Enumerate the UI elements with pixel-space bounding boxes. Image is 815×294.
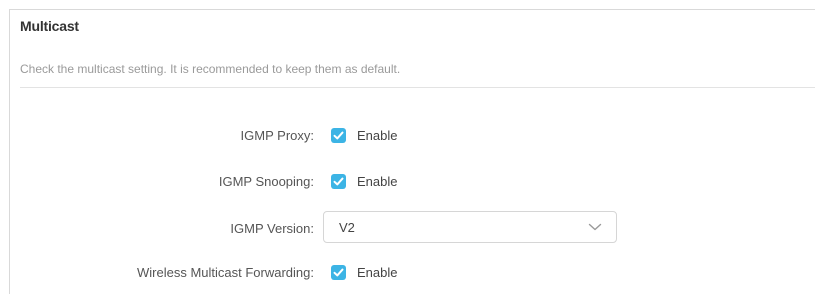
wireless-multicast-forwarding-row: Wireless Multicast Forwarding: Enable [10, 261, 815, 285]
check-icon [333, 268, 344, 277]
igmp-snooping-checkbox[interactable] [331, 174, 346, 189]
chevron-down-icon [588, 223, 602, 231]
wireless-multicast-forwarding-checkbox[interactable] [331, 265, 346, 280]
igmp-proxy-label: IGMP Proxy: [240, 128, 314, 143]
igmp-version-select[interactable]: V2 [323, 211, 617, 243]
section-title: Multicast [20, 18, 79, 34]
igmp-version-label: IGMP Version: [230, 221, 314, 236]
wireless-multicast-forwarding-label: Wireless Multicast Forwarding: [137, 265, 314, 280]
multicast-panel: Multicast Check the multicast setting. I… [9, 9, 815, 294]
igmp-version-row: IGMP Version: V2 [10, 211, 815, 243]
igmp-snooping-enable-label[interactable]: Enable [357, 174, 397, 189]
igmp-snooping-row: IGMP Snooping: Enable [10, 170, 815, 194]
check-icon [333, 177, 344, 186]
igmp-proxy-checkbox[interactable] [331, 128, 346, 143]
wireless-multicast-forwarding-enable-label[interactable]: Enable [357, 265, 397, 280]
igmp-proxy-enable-label[interactable]: Enable [357, 128, 397, 143]
section-divider [20, 87, 815, 88]
igmp-version-value: V2 [339, 220, 355, 235]
section-description: Check the multicast setting. It is recom… [20, 62, 401, 76]
igmp-snooping-label: IGMP Snooping: [218, 174, 314, 189]
igmp-proxy-row: IGMP Proxy: Enable [10, 124, 815, 148]
check-icon [333, 131, 344, 140]
